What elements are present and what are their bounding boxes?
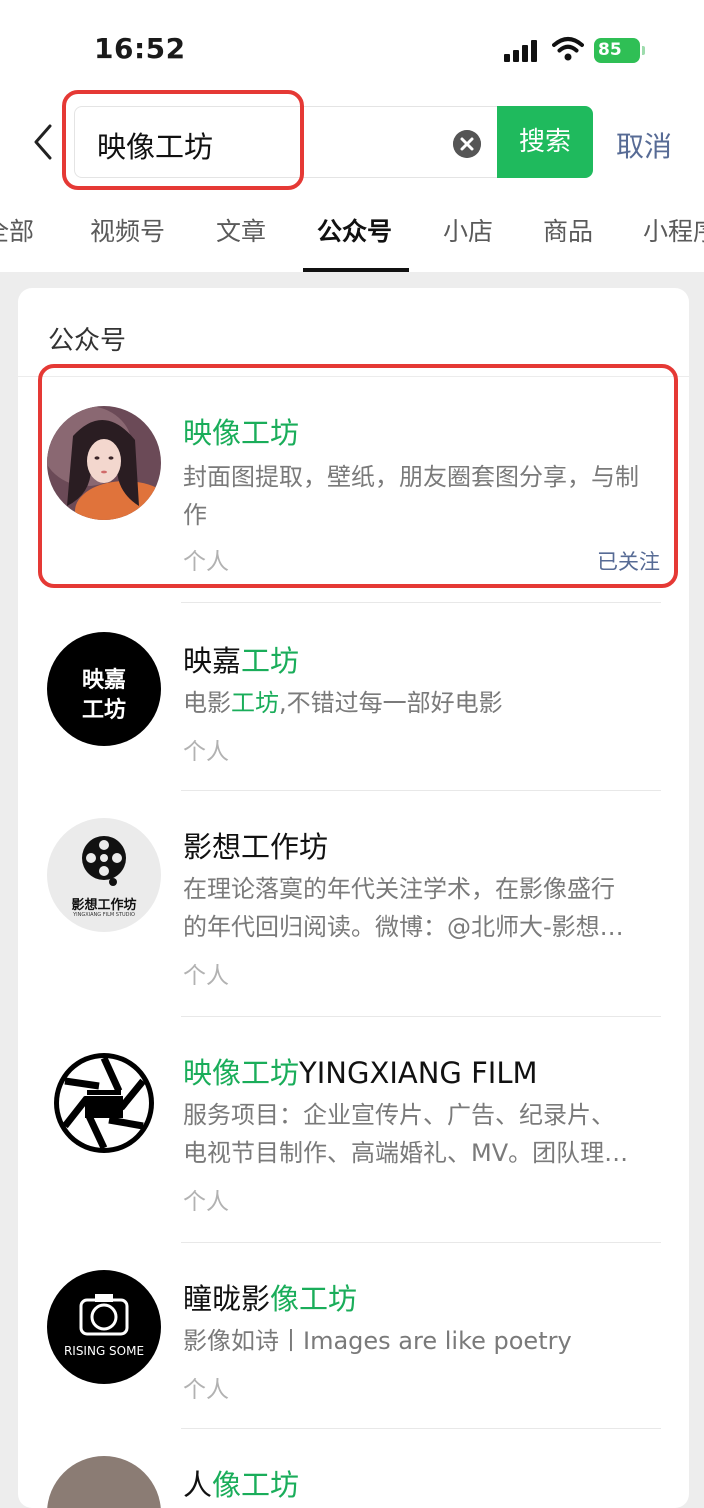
result-description-line: 电视节目制作、高端婚礼、MV。团队理… bbox=[183, 1139, 629, 1167]
result-description: 影像如诗丨Images are like poetry bbox=[183, 1327, 572, 1355]
result-type: 个人 bbox=[183, 1189, 229, 1215]
cellular-signal-icon bbox=[504, 38, 542, 62]
result-name: 映像工坊YINGXIANG FILM bbox=[183, 1056, 538, 1090]
avatar: RISING SOME bbox=[47, 1270, 161, 1384]
battery-tip bbox=[642, 46, 645, 55]
avatar-text: YINGXIANG FILM STUDIO bbox=[73, 912, 135, 918]
result-item[interactable]: 人像工坊 bbox=[18, 1428, 689, 1508]
result-description: 电影工坊,不错过每一部好电影 bbox=[183, 689, 503, 717]
result-description-line: 的年代回归阅读。微博：@北师大-影想… bbox=[183, 913, 624, 941]
result-highlight-box bbox=[38, 364, 678, 588]
cancel-button[interactable]: 取消 bbox=[616, 125, 672, 165]
result-name: 人像工坊 bbox=[183, 1468, 300, 1502]
tab-products[interactable]: 商品 bbox=[543, 212, 593, 248]
tab-channels[interactable]: 视频号 bbox=[90, 212, 165, 248]
result-item[interactable]: 影想工作坊 YINGXIANG FILM STUDIO 影想工作坊 在理论落寞的… bbox=[18, 790, 689, 1017]
avatar: 映嘉 工坊 bbox=[47, 632, 161, 746]
search-highlight-box bbox=[62, 90, 304, 190]
avatar bbox=[47, 1456, 161, 1508]
avatar bbox=[47, 1046, 161, 1160]
avatar-text: 映嘉 bbox=[81, 668, 126, 693]
tab-all[interactable]: 全部 bbox=[0, 212, 34, 248]
search-button[interactable]: 搜索 bbox=[497, 106, 593, 178]
result-description-line: 服务项目：企业宣传片、广告、纪录片、 bbox=[183, 1101, 615, 1129]
result-type: 个人 bbox=[183, 1377, 229, 1403]
back-arrow-icon[interactable] bbox=[28, 122, 58, 162]
result-description-line: 在理论落寞的年代关注学术，在影像盛行 bbox=[183, 875, 615, 903]
result-name: 影想工作坊 bbox=[183, 830, 329, 864]
result-type: 个人 bbox=[183, 963, 229, 989]
tab-shop[interactable]: 小店 bbox=[443, 212, 493, 248]
status-time: 16:52 bbox=[94, 32, 186, 65]
category-tabs: 全部 视频号 文章 公众号 小店 商品 小程序 bbox=[0, 212, 704, 272]
active-tab-indicator bbox=[303, 268, 409, 272]
result-type: 个人 bbox=[183, 739, 229, 765]
tab-official-accounts[interactable]: 公众号 bbox=[317, 212, 392, 248]
result-item[interactable]: RISING SOME 瞳昽影像工坊 影像如诗丨Images are like … bbox=[18, 1242, 689, 1429]
battery-indicator: 85 bbox=[594, 38, 640, 63]
wifi-icon bbox=[552, 37, 584, 61]
result-name: 瞳昽影像工坊 bbox=[183, 1282, 358, 1316]
avatar-text: 影想工作坊 bbox=[71, 898, 137, 913]
avatar-text: RISING SOME bbox=[63, 1344, 145, 1358]
avatar-text: 工坊 bbox=[81, 698, 126, 723]
divider bbox=[181, 602, 661, 603]
avatar: 影想工作坊 YINGXIANG FILM STUDIO bbox=[47, 818, 161, 932]
result-item[interactable]: 映像工坊YINGXIANG FILM 服务项目：企业宣传片、广告、纪录片、 电视… bbox=[18, 1016, 689, 1243]
result-name: 映嘉工坊 bbox=[183, 644, 300, 678]
tab-mini-programs[interactable]: 小程序 bbox=[643, 212, 704, 248]
tab-articles[interactable]: 文章 bbox=[216, 212, 266, 248]
result-item[interactable]: 映嘉 工坊 映嘉工坊 电影工坊,不错过每一部好电影 个人 bbox=[18, 604, 689, 791]
clear-input-icon[interactable] bbox=[453, 130, 481, 158]
